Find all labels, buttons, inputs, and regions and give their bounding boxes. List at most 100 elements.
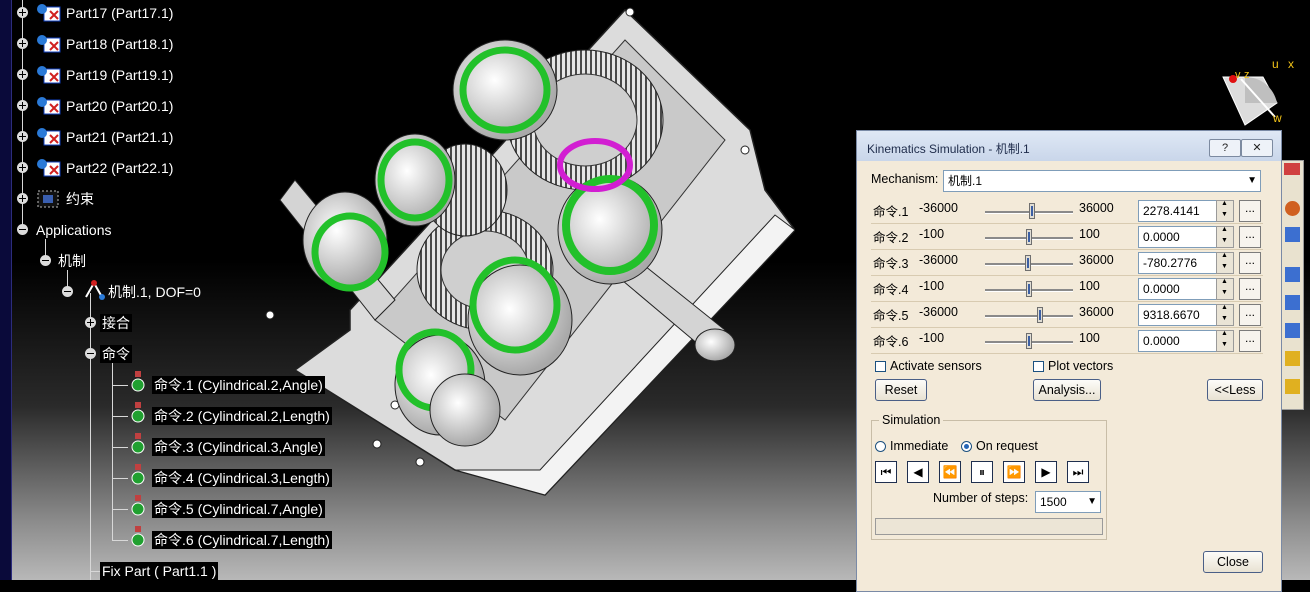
command-spinner[interactable] [1216,304,1234,326]
tool-icon[interactable] [1285,295,1300,310]
tool-icon[interactable] [1285,227,1300,242]
command-spinner[interactable] [1216,278,1234,300]
command-max: 100 [1079,227,1100,241]
specification-tree: Part17 (Part17.1) Part18 (Part18.1) Part… [0,0,360,580]
collapse-icon[interactable] [85,348,96,359]
command-slider-thumb[interactable] [1025,255,1032,271]
tool-icon[interactable] [1285,379,1300,394]
pause-button[interactable]: ⏸ [971,461,993,483]
command-more-button[interactable]: ... [1239,226,1261,248]
command-more-button[interactable]: ... [1239,200,1261,222]
command-name: 命令.3 [873,257,909,271]
compass-x-label: x [1288,57,1294,71]
part-icon [37,97,61,115]
command-value-input[interactable]: 2278.4141 [1138,200,1218,222]
close-button[interactable]: Close [1203,551,1263,573]
tree-node-label: Part22 (Part22.1) [66,160,174,176]
mechanism-select-value: 机制.1 [948,174,983,188]
expand-icon[interactable] [17,131,28,142]
command-value-input[interactable]: -780.2776 [1138,252,1218,274]
tree-connector [112,385,128,386]
command-icon [131,464,145,485]
command-value-input[interactable]: 0.0000 [1138,226,1218,248]
steps-label: Number of steps: [933,491,1029,505]
less-button[interactable]: <<Less [1207,379,1263,401]
command-icon [131,526,145,547]
jump-to-end-button[interactable]: ⏭ [1067,461,1089,483]
expand-icon[interactable] [85,317,96,328]
expand-icon[interactable] [17,193,28,204]
command-slider-track[interactable] [985,315,1073,318]
step-forward-button[interactable]: ▶ [1035,461,1057,483]
jump-to-start-button[interactable]: ⏮ [875,461,897,483]
expand-icon[interactable] [17,100,28,111]
tool-icon[interactable] [1285,323,1300,338]
tree-node-label: 命令.5 (Cylindrical.7,Angle) [152,500,325,518]
activate-sensors-checkbox[interactable] [875,361,886,372]
command-slider-thumb[interactable] [1028,203,1035,219]
command-value-input[interactable]: 9318.6670 [1138,304,1218,326]
command-spinner[interactable] [1216,330,1234,352]
dialog-titlebar[interactable]: Kinematics Simulation - 机制.1 ? ✕ [857,131,1281,161]
immediate-radio[interactable] [875,441,886,452]
on-request-label: On request [976,439,1038,453]
command-name: 命令.1 [873,205,909,219]
command-spinner[interactable] [1216,226,1234,248]
play-backward-button[interactable]: ⏪ [939,461,961,483]
command-max: 36000 [1079,305,1114,319]
command-slider-thumb[interactable] [1026,333,1032,349]
compass-widget[interactable]: u x v z w [1205,55,1310,130]
command-value-input[interactable]: 0.0000 [1138,330,1218,352]
steps-select[interactable]: 1500 ▼ [1035,491,1101,513]
expand-icon[interactable] [17,69,28,80]
tree-connector [112,416,128,417]
part-icon [37,4,61,22]
command-min: -36000 [919,305,958,319]
command-icon [131,402,145,423]
command-spinner[interactable] [1216,200,1234,222]
command-max: 36000 [1079,253,1114,267]
close-icon[interactable] [1284,163,1300,175]
mechanism-select[interactable]: 机制.1 ▼ [943,170,1261,192]
tool-icon[interactable] [1285,201,1300,216]
command-min: -100 [919,227,945,241]
reset-button[interactable]: Reset [875,379,927,401]
command-slider-thumb[interactable] [1026,281,1032,297]
tree-node-label: 机制 [56,252,88,270]
step-back-button[interactable]: ◀ [907,461,929,483]
on-request-radio[interactable] [961,441,972,452]
command-more-button[interactable]: ... [1239,330,1261,352]
tree-node-label: Part20 (Part20.1) [66,98,174,114]
collapse-icon[interactable] [17,224,28,235]
compass-w-label: w [1273,111,1282,125]
command-slider-thumb[interactable] [1026,229,1032,245]
tree-node-label: Part19 (Part19.1) [66,67,174,83]
tool-icon[interactable] [1285,351,1300,366]
collapse-icon[interactable] [62,286,73,297]
help-button[interactable]: ? [1209,139,1241,157]
command-icon [131,371,145,392]
command-name: 命令.5 [873,309,909,323]
tool-icon[interactable] [1285,267,1300,282]
compass-v-label: v [1235,69,1241,81]
activate-sensors-label: Activate sensors [890,359,982,373]
expand-icon[interactable] [17,38,28,49]
expand-icon[interactable] [17,7,28,18]
part-icon [37,35,61,53]
analysis-button[interactable]: Analysis... [1033,379,1101,401]
command-spinner[interactable] [1216,252,1234,274]
collapse-icon[interactable] [40,255,51,266]
command-more-button[interactable]: ... [1239,304,1261,326]
tree-node-label: 命令.3 (Cylindrical.3,Angle) [152,438,325,456]
command-value-input[interactable]: 0.0000 [1138,278,1218,300]
plot-vectors-checkbox[interactable] [1033,361,1044,372]
dialog-close-x-button[interactable]: ✕ [1241,139,1273,157]
command-icon [131,433,145,454]
tree-node-label: 命令.6 (Cylindrical.7,Length) [152,531,332,549]
command-more-button[interactable]: ... [1239,252,1261,274]
command-more-button[interactable]: ... [1239,278,1261,300]
play-forward-button[interactable]: ⏩ [1003,461,1025,483]
command-min: -36000 [919,253,958,267]
expand-icon[interactable] [17,162,28,173]
command-slider-thumb[interactable] [1037,307,1044,323]
